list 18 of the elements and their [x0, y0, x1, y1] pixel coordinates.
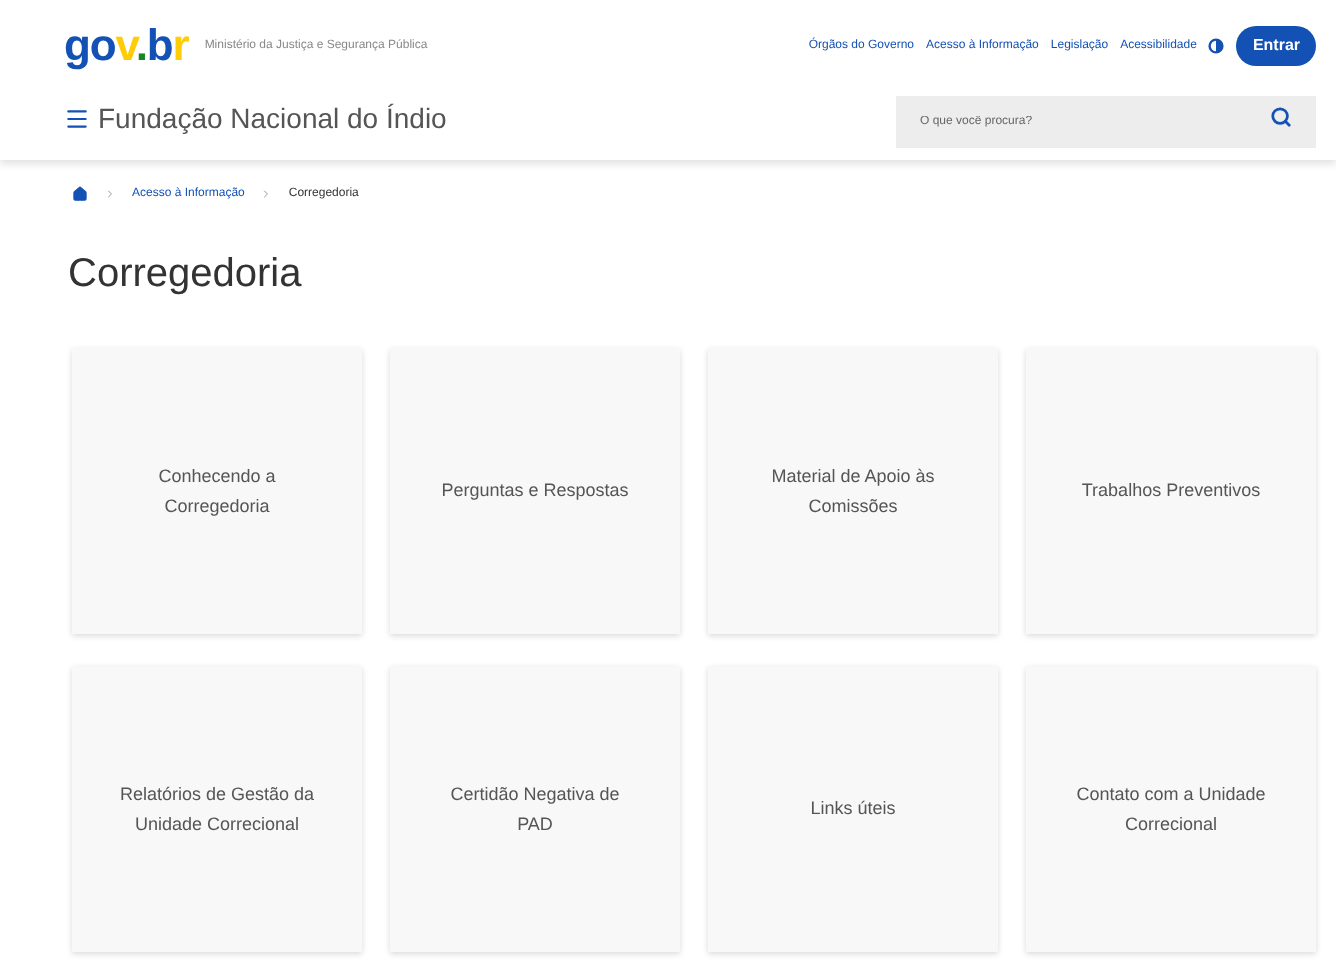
link-card[interactable]: Perguntas e Respostas	[390, 348, 680, 634]
home-icon[interactable]	[72, 186, 88, 202]
link-card[interactable]: Conhecendo a Corregedoria	[72, 348, 362, 634]
site-title: Fundação Nacional do Índio	[98, 99, 447, 138]
link-card[interactable]: Links úteis	[708, 666, 998, 952]
chevron-icon	[104, 188, 116, 200]
contrast-icon[interactable]	[1208, 38, 1225, 54]
link-card[interactable]: Trabalhos Preventivos	[1026, 348, 1316, 634]
chevron-icon	[260, 188, 273, 200]
login-button[interactable]: Entrar	[1236, 26, 1316, 66]
menu-icon[interactable]	[64, 105, 90, 131]
link-card[interactable]: Certidão Negativa de PAD	[390, 666, 680, 952]
link-card[interactable]: Contato com a Unidade Correcional	[1026, 666, 1316, 952]
search-icon[interactable]	[1270, 106, 1292, 128]
link-card[interactable]: Material de Apoio às Comissões	[708, 348, 998, 634]
page-title: Corregedoria	[66, 250, 304, 300]
link-card[interactable]: Relatórios de Gestão da Unidade Correcional	[72, 666, 362, 952]
logo[interactable]: gov.br	[64, 24, 189, 68]
